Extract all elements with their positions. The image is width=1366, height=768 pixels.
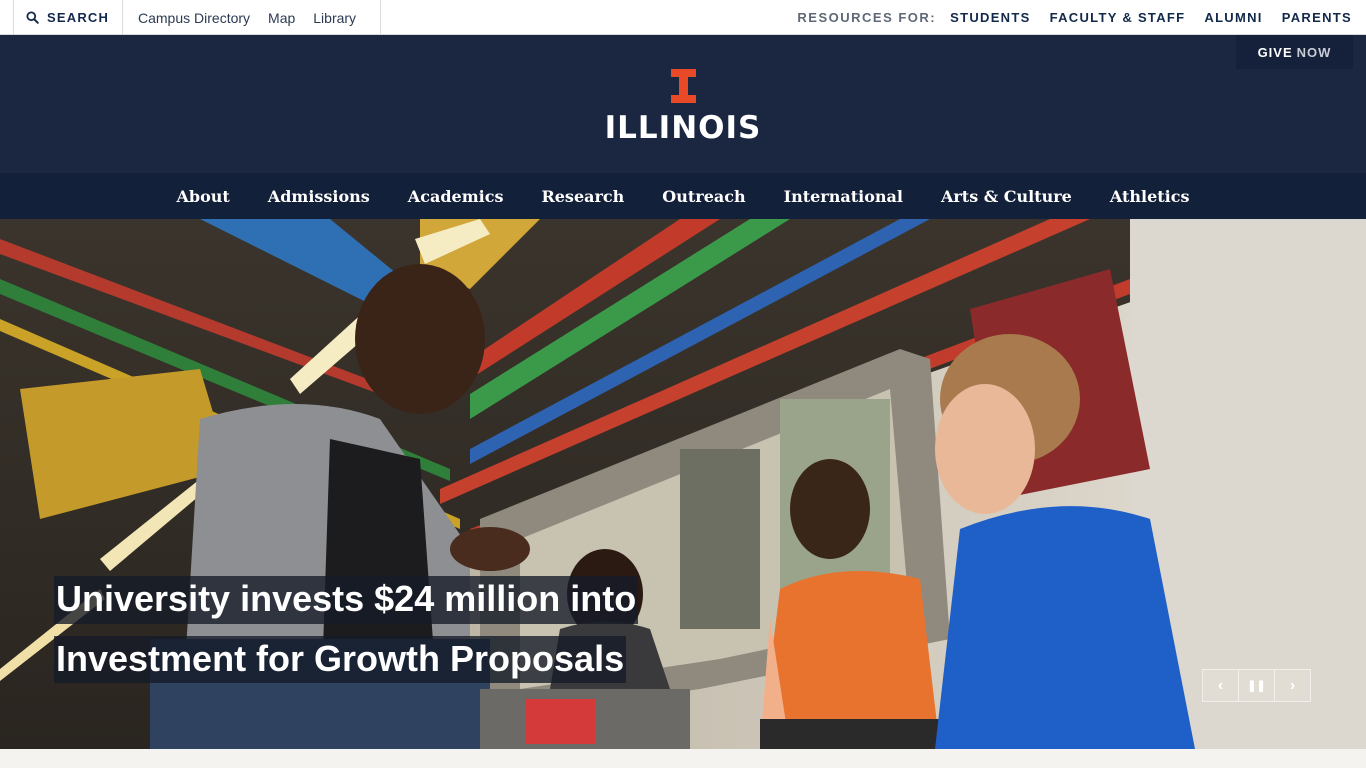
give-label: GIVE — [1257, 44, 1293, 60]
headline-line-2: Investment for Growth Proposals — [54, 635, 627, 684]
resources-label: RESOURCES FOR: — [797, 10, 937, 25]
page-footer-strip — [0, 749, 1366, 768]
resource-faculty-staff[interactable]: FACULTY & STAFF — [1050, 10, 1186, 25]
nav-arts-culture[interactable]: Arts & Culture — [922, 187, 1091, 206]
resource-alumni[interactable]: ALUMNI — [1204, 10, 1262, 25]
illinois-logo[interactable]: ILLINOIS — [600, 69, 766, 149]
carousel-next-button[interactable]: › — [1275, 670, 1310, 701]
main-nav: About Admissions Academics Research Outr… — [0, 173, 1366, 219]
link-library[interactable]: Library — [313, 10, 356, 26]
block-i-icon — [670, 69, 696, 103]
wordmark: ILLINOIS — [604, 110, 762, 146]
pause-icon: ❚❚ — [1247, 680, 1266, 692]
quick-links: Campus Directory Map Library — [123, 0, 381, 35]
carousel-prev-button[interactable]: ‹ — [1203, 670, 1239, 701]
nav-academics[interactable]: Academics — [389, 187, 523, 206]
nav-research[interactable]: Research — [522, 187, 643, 206]
search-icon — [26, 11, 39, 24]
site-header: GIVE NOW ILLINOIS — [0, 35, 1366, 173]
chevron-left-icon: ‹ — [1217, 676, 1224, 694]
nav-international[interactable]: International — [765, 187, 922, 206]
carousel-controls: ‹ ❚❚ › — [1202, 669, 1311, 702]
hero-headline[interactable]: University invests $24 million into Inve… — [54, 576, 639, 684]
chevron-right-icon: › — [1289, 676, 1296, 694]
link-campus-directory[interactable]: Campus Directory — [138, 10, 250, 26]
nav-outreach[interactable]: Outreach — [643, 187, 764, 206]
search-button[interactable]: SEARCH — [13, 0, 123, 35]
nav-admissions[interactable]: Admissions — [249, 187, 389, 206]
resource-parents[interactable]: PARENTS — [1282, 10, 1352, 25]
resource-students[interactable]: STUDENTS — [950, 10, 1030, 25]
give-now-label: NOW — [1296, 44, 1332, 60]
headline-line-1: University invests $24 million into — [54, 576, 639, 624]
resources-menu: RESOURCES FOR: STUDENTS FACULTY & STAFF … — [797, 0, 1352, 35]
give-now-button[interactable]: GIVE NOW — [1236, 35, 1353, 69]
search-label: SEARCH — [47, 10, 110, 25]
nav-about[interactable]: About — [157, 187, 248, 206]
utility-bar: SEARCH Campus Directory Map Library RESO… — [0, 0, 1366, 35]
carousel-pause-button[interactable]: ❚❚ — [1239, 670, 1275, 701]
link-map[interactable]: Map — [268, 10, 295, 26]
nav-athletics[interactable]: Athletics — [1091, 187, 1209, 206]
